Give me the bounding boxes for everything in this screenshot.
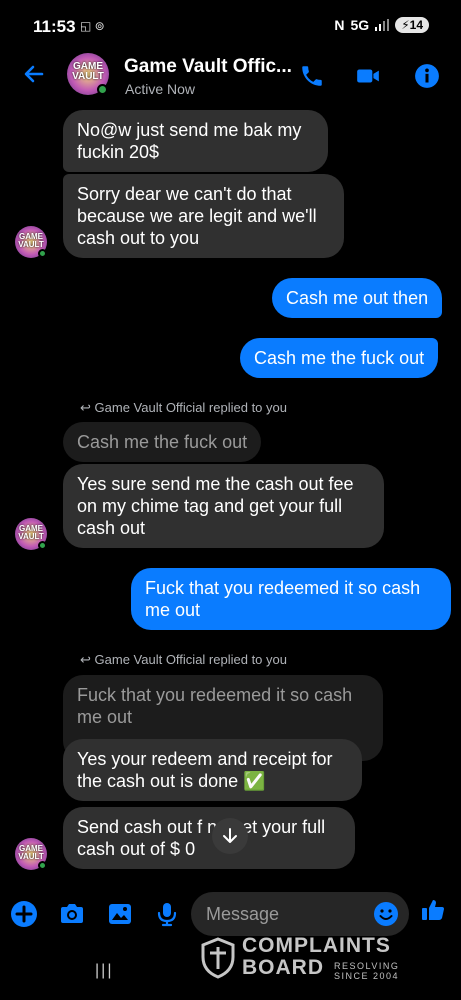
incoming-message[interactable]: Yes your redeem and receipt for the cash… (63, 739, 362, 801)
battery-level: 14 (409, 18, 423, 32)
status-bar: 11:53 ◱ ⊚ N 5G ⚡14 (0, 0, 461, 52)
outgoing-message[interactable]: Fuck that you redeemed it so cash me out (131, 568, 451, 630)
reply-label: Game Vault Official replied to you (94, 400, 287, 415)
avatar-logo: GAME VAULT (72, 61, 104, 82)
status-right: N 5G ⚡14 (334, 17, 429, 33)
scroll-to-bottom-button[interactable] (212, 818, 248, 854)
reply-indicator: ↩ Game Vault Official replied to you (80, 652, 287, 668)
incoming-message[interactable]: Yes sure send me the cash out fee on my … (63, 464, 384, 548)
reply-icon: ↩ (80, 400, 91, 415)
emoji-icon[interactable] (373, 901, 399, 927)
reply-icon: ↩ (80, 652, 91, 667)
incoming-message[interactable]: Sorry dear we can't do that because we a… (63, 174, 344, 258)
online-indicator (38, 541, 47, 550)
reply-label: Game Vault Official replied to you (94, 652, 287, 667)
signal-icon (375, 19, 390, 31)
network-label: 5G (350, 17, 370, 33)
notification-icons: ◱ ⊚ (80, 19, 105, 33)
mic-icon[interactable] (153, 900, 181, 928)
system-nav-bar: ||| (0, 950, 461, 1000)
like-icon[interactable] (419, 896, 447, 924)
avatar-logo: GAME VAULT (18, 844, 44, 861)
avatar-logo: GAME VAULT (18, 524, 44, 541)
avatar-logo: GAME VAULT (18, 232, 44, 249)
incoming-message[interactable]: No@w just send me bak my fuckin 20$ (63, 110, 328, 172)
incoming-message[interactable]: Send cash out f nd get your full cash ou… (63, 807, 355, 869)
phone-icon[interactable] (299, 63, 325, 89)
composer-bar (0, 890, 461, 938)
camera-icon[interactable] (58, 900, 86, 928)
video-icon[interactable] (355, 63, 381, 89)
arrow-down-icon (223, 828, 237, 843)
battery-indicator: ⚡14 (395, 17, 429, 33)
nfc-icon: N (334, 17, 345, 33)
outgoing-message[interactable]: Cash me the fuck out (240, 338, 439, 378)
status-time: 11:53 (33, 17, 76, 36)
online-indicator (38, 249, 47, 258)
gallery-icon[interactable] (106, 900, 134, 928)
quoted-message[interactable]: Cash me the fuck out (63, 422, 262, 462)
online-indicator (97, 84, 108, 95)
outgoing-message[interactable]: Cash me out then (272, 278, 443, 318)
chat-header: GAME VAULT Game Vault Offic... Active No… (0, 52, 461, 102)
info-icon[interactable] (414, 63, 440, 89)
online-indicator (38, 861, 47, 870)
reply-indicator: ↩ Game Vault Official replied to you (80, 400, 287, 416)
recents-button[interactable]: ||| (95, 962, 113, 980)
contact-status: Active Now (125, 81, 196, 97)
contact-name[interactable]: Game Vault Offic... (124, 56, 292, 78)
back-arrow-icon[interactable] (22, 62, 46, 86)
plus-icon[interactable] (10, 900, 38, 928)
